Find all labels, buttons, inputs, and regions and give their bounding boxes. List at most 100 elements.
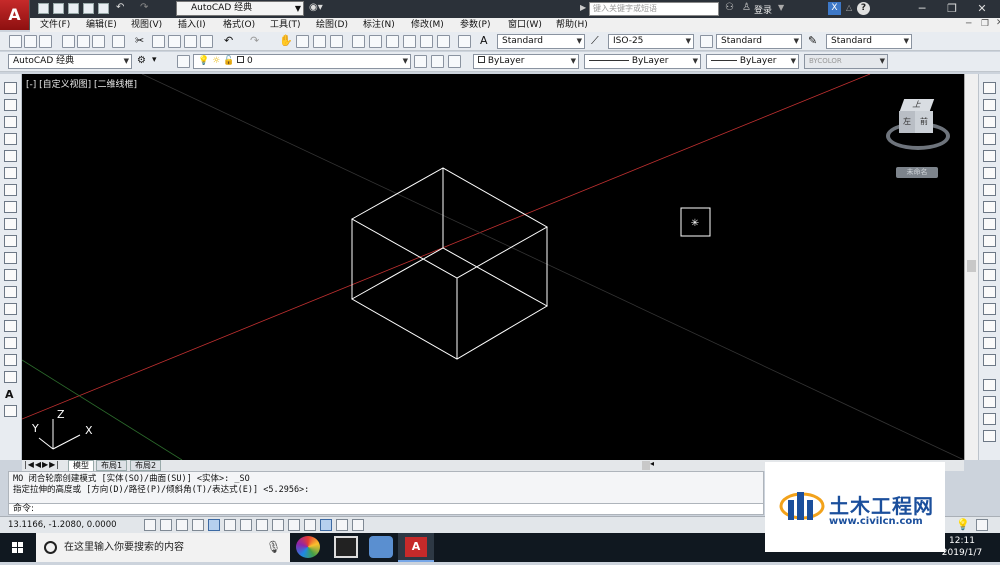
properties-icon[interactable]: [352, 35, 365, 48]
rotate-icon[interactable]: [983, 184, 996, 196]
multileader-style-select[interactable]: Standard ▼: [826, 34, 912, 49]
menu-tools[interactable]: 工具(T): [270, 18, 301, 32]
new-icon[interactable]: [38, 3, 49, 14]
save-icon[interactable]: [39, 35, 52, 48]
viewcube-top-face[interactable]: 上: [899, 99, 935, 111]
redo-icon[interactable]: ↷: [250, 34, 259, 47]
infer-constraints-icon[interactable]: [144, 519, 156, 531]
draworder-back-icon[interactable]: [983, 396, 996, 408]
circle-icon[interactable]: [4, 184, 17, 196]
viewcube-front-face[interactable]: 前: [915, 111, 933, 133]
break-icon[interactable]: [983, 286, 996, 298]
cut-icon[interactable]: ✂: [135, 34, 144, 47]
paste-icon[interactable]: [168, 35, 181, 48]
close-button[interactable]: ✕: [966, 0, 998, 18]
taskbar-search-input[interactable]: 在这里输入你要搜索的内容: [36, 533, 290, 562]
scroll-thumb[interactable]: [967, 260, 976, 272]
ellipse-icon[interactable]: [4, 235, 17, 247]
dim-style-select[interactable]: ISO-25 ▼: [608, 34, 694, 49]
erase-icon[interactable]: [983, 82, 996, 94]
transparency-icon[interactable]: [320, 519, 332, 531]
start-button[interactable]: [0, 533, 36, 562]
ortho-mode-icon[interactable]: [192, 519, 204, 531]
draworder-front-icon[interactable]: [983, 379, 996, 391]
hscroll-thumb[interactable]: [642, 461, 650, 470]
hscroll-left-icon[interactable]: ◂: [650, 459, 654, 468]
ellipse-arc-icon[interactable]: [4, 252, 17, 264]
plot-icon[interactable]: [98, 3, 109, 14]
zoom-window-icon[interactable]: [313, 35, 326, 48]
saveas-icon[interactable]: [83, 3, 94, 14]
box-wireframe[interactable]: [350, 167, 549, 360]
viewcube-left-face[interactable]: 左: [899, 111, 915, 133]
color-app-icon[interactable]: [296, 536, 320, 558]
text-style-select[interactable]: Standard ▼: [497, 34, 585, 49]
design-center-icon[interactable]: [369, 35, 382, 48]
menu-insert[interactable]: 插入(I): [178, 18, 206, 32]
menu-draw[interactable]: 绘图(D): [316, 18, 348, 32]
help-icon[interactable]: [458, 35, 471, 48]
tab-layout2[interactable]: 布局2: [130, 460, 162, 471]
paint-app-icon[interactable]: [369, 536, 393, 558]
menu-view[interactable]: 视图(V): [131, 18, 162, 32]
workspace-select[interactable]: AutoCAD 经典 ▼: [8, 54, 132, 69]
menu-modify[interactable]: 修改(M): [411, 18, 444, 32]
zoom-realtime-icon[interactable]: [296, 35, 309, 48]
construction-line-icon[interactable]: [4, 99, 17, 111]
hatch-icon[interactable]: [4, 320, 17, 332]
doc-restore-button[interactable]: ❐: [981, 19, 989, 29]
workspace-settings-icon[interactable]: ⚙: [137, 55, 146, 66]
workspace-dropdown-icon[interactable]: ▾: [152, 55, 157, 65]
dynamic-ucs-icon[interactable]: [272, 519, 284, 531]
tool-palettes-icon[interactable]: [386, 35, 399, 48]
restore-button[interactable]: ❐: [936, 0, 968, 18]
3d-object-snap-icon[interactable]: [240, 519, 252, 531]
menu-parametric[interactable]: 参数(P): [460, 18, 490, 32]
color-select[interactable]: ByLayer ▼: [473, 54, 579, 69]
draworder-above-icon[interactable]: [983, 413, 996, 425]
fillet-icon[interactable]: [983, 337, 996, 349]
join-icon[interactable]: [983, 303, 996, 315]
menu-file[interactable]: 文件(F): [40, 18, 70, 32]
login-dropdown-icon[interactable]: ▼: [778, 3, 784, 12]
open-icon[interactable]: [53, 3, 64, 14]
wcs-menu[interactable]: 未命名: [896, 167, 938, 178]
binoculars-icon[interactable]: ⚇: [725, 2, 734, 13]
undo-icon[interactable]: ↶: [116, 2, 124, 13]
login-link[interactable]: 登录: [754, 3, 772, 16]
minimize-button[interactable]: ─: [906, 0, 938, 18]
application-menu-button[interactable]: A: [0, 0, 30, 30]
autocad-taskbar-button[interactable]: A: [398, 533, 434, 562]
object-snap-icon[interactable]: [224, 519, 236, 531]
markup-icon[interactable]: [420, 35, 433, 48]
search-input[interactable]: 键入关键字或短语: [589, 2, 719, 16]
viewcube[interactable]: 上 左 前: [882, 92, 954, 164]
arc-icon[interactable]: [4, 167, 17, 179]
revision-cloud-icon[interactable]: [4, 201, 17, 213]
print-icon[interactable]: [62, 35, 75, 48]
expand-arrow-icon[interactable]: ▶: [580, 3, 586, 12]
3d-print-icon[interactable]: [112, 35, 125, 48]
layer-select[interactable]: 💡 ☼ 🔓 0 ▼: [193, 54, 411, 69]
table-icon[interactable]: [4, 371, 17, 383]
object-snap-tracking-icon[interactable]: [256, 519, 268, 531]
menu-help[interactable]: 帮助(H): [556, 18, 588, 32]
match-properties-icon[interactable]: [184, 35, 197, 48]
point-icon[interactable]: [4, 303, 17, 315]
polyline-icon[interactable]: [4, 116, 17, 128]
sheet-set-icon[interactable]: [403, 35, 416, 48]
redo-icon[interactable]: ↷: [140, 2, 148, 13]
preview-icon[interactable]: [77, 35, 90, 48]
lightbulb-icon[interactable]: 💡: [956, 518, 970, 532]
doc-close-button[interactable]: ✕: [996, 18, 1000, 28]
table-style-select[interactable]: Standard ▼: [716, 34, 802, 49]
dynamic-input-icon[interactable]: [288, 519, 300, 531]
lineweight-icon[interactable]: [304, 519, 316, 531]
blend-curves-icon[interactable]: [983, 354, 996, 366]
save-icon[interactable]: [68, 3, 79, 14]
offset-icon[interactable]: [983, 133, 996, 145]
multiline-text-icon[interactable]: A: [5, 388, 14, 401]
publish-icon[interactable]: [92, 35, 105, 48]
line-icon[interactable]: [4, 82, 17, 94]
tab-navigation-icon[interactable]: |◀◀▶▶|: [24, 460, 60, 469]
